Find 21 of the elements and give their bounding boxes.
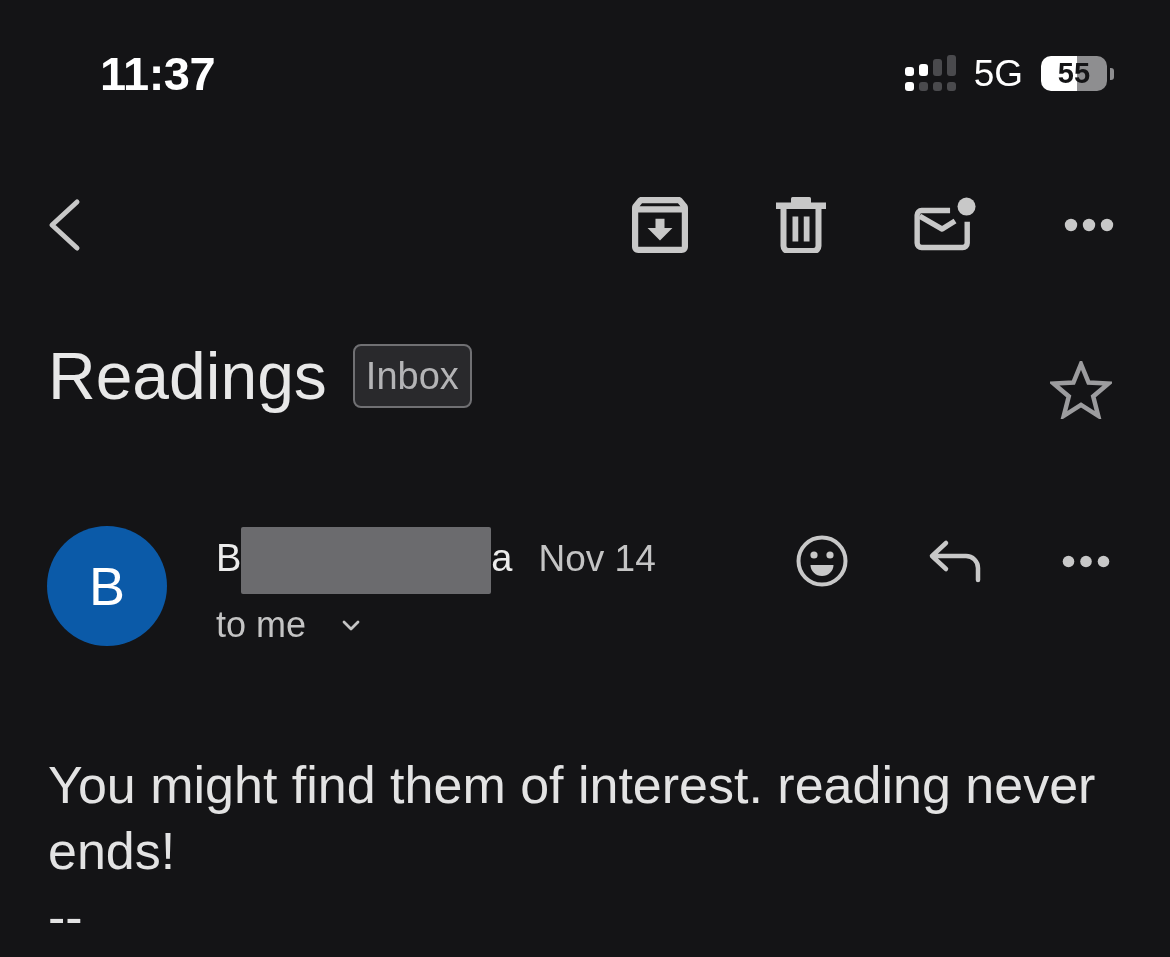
trash-icon[interactable] bbox=[776, 197, 826, 253]
status-time: 11:37 bbox=[100, 50, 216, 97]
archive-icon[interactable] bbox=[632, 197, 688, 253]
sender-avatar: B bbox=[47, 526, 167, 646]
inbox-label[interactable]: Inbox bbox=[352, 343, 472, 408]
battery-percent: 55 bbox=[1057, 59, 1091, 88]
more-icon[interactable] bbox=[1062, 554, 1110, 568]
body-text: -- bbox=[48, 887, 84, 948]
more-icon[interactable] bbox=[1064, 218, 1114, 232]
star-icon[interactable] bbox=[1050, 361, 1112, 419]
chevron-down-icon[interactable] bbox=[342, 619, 361, 631]
recipient-toggle[interactable]: to me bbox=[216, 607, 307, 643]
sender-name: a bbox=[491, 537, 513, 579]
network-label: 5G bbox=[973, 55, 1023, 92]
mail-icon[interactable] bbox=[914, 197, 976, 253]
sender-name: B bbox=[216, 537, 242, 579]
message-date: Nov 14 bbox=[538, 538, 656, 579]
emoji-icon[interactable] bbox=[796, 535, 848, 587]
signal-icon bbox=[904, 55, 957, 92]
body-text: You might find them of interest. reading never ends! bbox=[48, 755, 1097, 882]
reply-icon[interactable] bbox=[928, 539, 982, 583]
